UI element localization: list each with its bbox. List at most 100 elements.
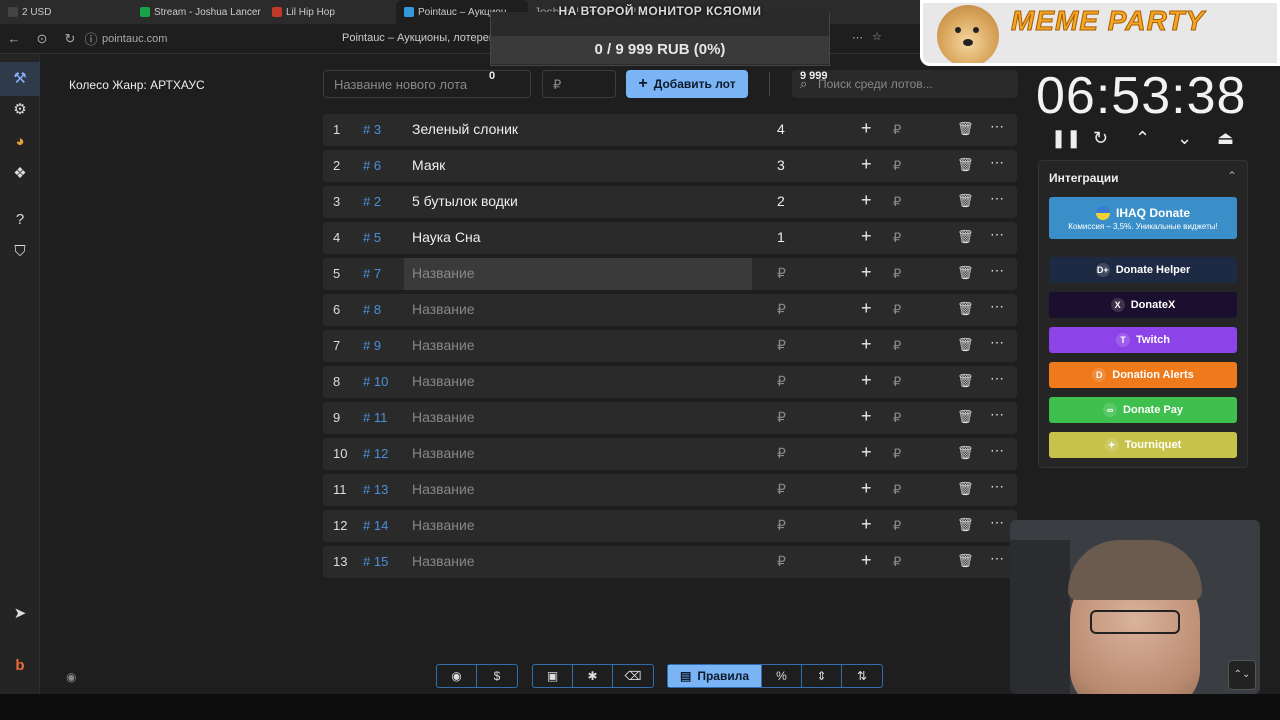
- lot-name-input[interactable]: Наука Сна: [412, 229, 480, 245]
- add-amount-icon[interactable]: +: [861, 334, 872, 355]
- telegram-icon[interactable]: ➤: [10, 604, 30, 624]
- rub-input[interactable]: ₽: [893, 446, 901, 462]
- add-lot-button[interactable]: + Добавить лот: [626, 70, 748, 98]
- layers-icon[interactable]: ❖: [10, 164, 30, 184]
- rules-button[interactable]: ▤ Правила: [668, 665, 762, 687]
- eye-icon[interactable]: ◉: [66, 670, 76, 684]
- more-options-icon[interactable]: ⋯: [990, 550, 1005, 567]
- lot-name-input[interactable]: Зеленый слоник: [412, 121, 518, 137]
- lot-row[interactable]: 5 # 7 Название ₽ + ₽ 🗑 ⋯: [323, 258, 1017, 290]
- trash-icon[interactable]: 🗑: [957, 481, 974, 497]
- add-amount-icon[interactable]: +: [861, 226, 872, 247]
- settings-gear-icon[interactable]: ⚙: [10, 100, 30, 120]
- add-amount-icon[interactable]: +: [861, 370, 872, 391]
- ihaq-donate-button[interactable]: IHAQ Donate Комиссия – 3,5%. Уникальные …: [1049, 197, 1237, 239]
- more-options-icon[interactable]: ⋯: [990, 118, 1005, 135]
- rub-input[interactable]: ₽: [893, 374, 901, 390]
- trash-icon[interactable]: 🗑: [957, 193, 974, 209]
- lot-amount-input[interactable]: ₽: [777, 553, 786, 570]
- bug-icon[interactable]: ✱: [573, 665, 613, 687]
- lot-name-input[interactable]: Название: [412, 373, 475, 389]
- trash-icon[interactable]: 🗑: [957, 157, 974, 173]
- add-amount-icon[interactable]: +: [861, 550, 872, 571]
- more-options-icon[interactable]: ⋯: [990, 262, 1005, 279]
- trash-icon[interactable]: 🗑: [957, 373, 974, 389]
- lot-row[interactable]: 1 # 3 Зеленый слоник 4 + ₽ 🗑 ⋯: [323, 114, 1017, 146]
- integration-button[interactable]: ✦ Tourniquet: [1049, 432, 1237, 458]
- rub-input[interactable]: ₽: [893, 302, 901, 318]
- lot-amount-input[interactable]: ₽: [777, 265, 786, 282]
- boosty-icon[interactable]: b: [10, 656, 30, 676]
- lot-amount-input[interactable]: 2: [777, 193, 785, 209]
- lot-name-input[interactable]: Название: [412, 445, 475, 461]
- lot-name-input[interactable]: Название: [412, 553, 475, 569]
- more-options-icon[interactable]: ⋯: [990, 442, 1005, 459]
- integration-button[interactable]: T Twitch: [1049, 327, 1237, 353]
- integration-button[interactable]: D+ Donate Helper: [1049, 257, 1237, 283]
- lot-row[interactable]: 4 # 5 Наука Сна 1 + ₽ 🗑 ⋯: [323, 222, 1017, 254]
- more-options-icon[interactable]: ⋯: [990, 478, 1005, 495]
- lot-row[interactable]: 3 # 2 5 бутылок водки 2 + ₽ 🗑 ⋯: [323, 186, 1017, 218]
- browser-tab[interactable]: 2 USD: [0, 0, 132, 24]
- trash-icon[interactable]: 🗑: [957, 409, 974, 425]
- lot-name-input[interactable]: Название: [412, 517, 475, 533]
- lot-amount-input[interactable]: ₽: [777, 373, 786, 390]
- dollar-icon[interactable]: $: [477, 665, 517, 687]
- arrow-down-icon[interactable]: ⌄: [1177, 128, 1192, 149]
- more-options-icon[interactable]: ⋯: [990, 406, 1005, 423]
- rub-input[interactable]: ₽: [893, 338, 901, 354]
- lot-name-input[interactable]: Название: [412, 481, 475, 497]
- lot-row[interactable]: 7 # 9 Название ₽ + ₽ 🗑 ⋯: [323, 330, 1017, 362]
- trash-icon[interactable]: 🗑: [957, 229, 974, 245]
- help-icon[interactable]: ?: [10, 210, 30, 230]
- lot-name-input[interactable]: Название: [412, 301, 475, 317]
- lot-amount-input[interactable]: 3: [777, 157, 785, 173]
- lot-row[interactable]: 9 # 11 Название ₽ + ₽ 🗑 ⋯: [323, 402, 1017, 434]
- rub-input[interactable]: ₽: [893, 122, 901, 138]
- scroll-toggle-icon[interactable]: ⌃⌄: [1228, 660, 1256, 690]
- lot-amount-input[interactable]: ₽: [777, 517, 786, 534]
- more-options-icon[interactable]: ⋯: [990, 190, 1005, 207]
- bookmark-icon[interactable]: ☆: [872, 30, 882, 43]
- lot-amount-input[interactable]: ₽: [777, 445, 786, 462]
- github-icon[interactable]: ◉: [437, 665, 477, 687]
- trash-icon[interactable]: 🗑: [957, 301, 974, 317]
- trash-icon[interactable]: 🗑: [957, 517, 974, 533]
- chevron-up-icon[interactable]: ⌃: [1227, 169, 1237, 183]
- rub-input[interactable]: ₽: [893, 266, 901, 282]
- lot-row[interactable]: 8 # 10 Название ₽ + ₽ 🗑 ⋯: [323, 366, 1017, 398]
- lot-name-input[interactable]: Название: [412, 265, 475, 281]
- lot-amount-input[interactable]: ₽: [777, 301, 786, 318]
- add-amount-icon[interactable]: +: [861, 514, 872, 535]
- more-options-icon[interactable]: ⋯: [990, 154, 1005, 171]
- lot-amount-input[interactable]: 4: [777, 121, 785, 137]
- add-amount-icon[interactable]: +: [861, 262, 872, 283]
- more-options-icon[interactable]: ⋯: [990, 514, 1005, 531]
- compress-icon[interactable]: ⇕: [802, 665, 842, 687]
- reset-icon[interactable]: ↻: [1093, 128, 1108, 149]
- browser-tab[interactable]: Lil Hip Hop: [264, 0, 396, 24]
- lot-amount-input[interactable]: ₽: [777, 337, 786, 354]
- shield-icon[interactable]: ⊙: [28, 31, 56, 47]
- add-amount-icon[interactable]: +: [861, 406, 872, 427]
- percent-icon[interactable]: %: [762, 665, 802, 687]
- site-info-icon[interactable]: ⓘ: [84, 29, 98, 48]
- save-icon[interactable]: ▣: [533, 665, 573, 687]
- lot-row[interactable]: 2 # 6 Маяк 3 + ₽ 🗑 ⋯: [323, 150, 1017, 182]
- rub-input[interactable]: ₽: [893, 230, 901, 246]
- arrow-up-icon[interactable]: ⌃: [1135, 128, 1150, 149]
- url-text[interactable]: pointauc.com: [102, 33, 167, 45]
- more-options-icon[interactable]: ⋯: [990, 298, 1005, 315]
- rub-input[interactable]: ₽: [893, 482, 901, 498]
- add-amount-icon[interactable]: +: [861, 478, 872, 499]
- trash-icon[interactable]: 🗑: [957, 445, 974, 461]
- new-lot-input[interactable]: Название нового лота: [323, 70, 531, 98]
- lot-row[interactable]: 10 # 12 Название ₽ + ₽ 🗑 ⋯: [323, 438, 1017, 470]
- rub-input[interactable]: ₽: [893, 158, 901, 174]
- lot-name-input[interactable]: Маяк: [412, 157, 445, 173]
- auction-hammer-icon[interactable]: ⚒: [0, 62, 40, 96]
- rub-input[interactable]: ₽: [893, 518, 901, 534]
- lot-row[interactable]: 6 # 8 Название ₽ + ₽ 🗑 ⋯: [323, 294, 1017, 326]
- more-options-icon[interactable]: ⋯: [990, 226, 1005, 243]
- back-icon[interactable]: ←: [0, 31, 28, 46]
